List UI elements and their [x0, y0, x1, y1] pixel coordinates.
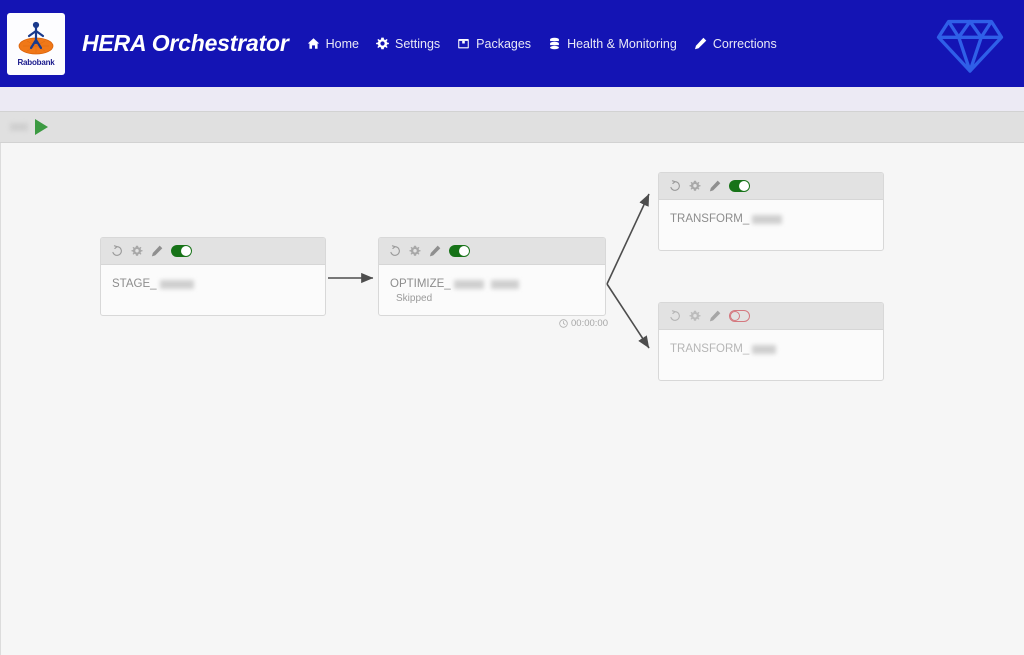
node-enabled-toggle[interactable] — [729, 310, 750, 322]
pencil-icon — [694, 37, 707, 50]
pencil-icon[interactable] — [429, 245, 441, 257]
node-enabled-toggle[interactable] — [729, 180, 750, 192]
history-icon[interactable] — [111, 245, 123, 257]
workflow-canvas[interactable]: STAGE_ OPTIMIZE_ — [0, 143, 1024, 655]
node-header — [101, 238, 325, 265]
node-header — [659, 303, 883, 330]
node-title: STAGE_ — [112, 278, 325, 290]
diamond-gem-icon — [934, 8, 1006, 80]
node-header — [379, 238, 605, 265]
node-title-text: TRANSFORM_ — [670, 343, 749, 355]
main-nav: Home Settings Packages — [307, 37, 777, 51]
node-enabled-toggle[interactable] — [171, 245, 192, 257]
nav-label-home: Home — [326, 37, 359, 51]
nav-label-settings: Settings — [395, 37, 440, 51]
brand-mark — [934, 8, 1006, 80]
node-body: TRANSFORM_ — [659, 330, 883, 355]
clock-icon — [559, 319, 568, 328]
node-title: TRANSFORM_ — [670, 343, 883, 355]
nav-item-home[interactable]: Home — [307, 37, 359, 51]
database-stack-icon — [548, 37, 561, 50]
node-title-redacted — [454, 280, 484, 289]
node-timer-text: 00:00:00 — [571, 318, 608, 329]
node-title-text: OPTIMIZE_ — [390, 278, 451, 290]
node-title-redacted-2 — [491, 280, 519, 289]
logo-wordmark: Rabobank — [17, 59, 54, 67]
node-title-redacted — [752, 345, 776, 354]
nav-label-packages: Packages — [476, 37, 531, 51]
node-title-redacted — [752, 215, 782, 224]
run-workflow-button[interactable] — [35, 119, 48, 135]
node-body: TRANSFORM_ — [659, 200, 883, 225]
workflow-node-transform-bottom[interactable]: TRANSFORM_ — [658, 302, 884, 381]
node-timer: 00:00:00 — [559, 318, 608, 329]
pencil-icon[interactable] — [151, 245, 163, 257]
node-title-text: STAGE_ — [112, 278, 157, 290]
nav-item-health-monitoring[interactable]: Health & Monitoring — [548, 37, 677, 51]
nav-label-health-monitoring: Health & Monitoring — [567, 37, 677, 51]
gear-icon[interactable] — [689, 180, 701, 192]
gear-icon[interactable] — [409, 245, 421, 257]
pencil-icon[interactable] — [709, 310, 721, 322]
toolbar-strip — [0, 87, 1024, 111]
rabobank-logo[interactable]: Rabobank — [7, 13, 65, 75]
nav-label-corrections: Corrections — [713, 37, 777, 51]
gear-icon[interactable] — [689, 310, 701, 322]
app-header: Rabobank HERA Orchestrator Home Settings… — [0, 0, 1024, 87]
gear-icon — [376, 37, 389, 50]
nav-item-packages[interactable]: Packages — [457, 37, 531, 51]
node-body: STAGE_ — [101, 265, 325, 290]
node-status: Skipped — [396, 293, 605, 304]
history-icon[interactable] — [669, 310, 681, 322]
node-title-redacted — [160, 280, 194, 289]
history-icon[interactable] — [669, 180, 681, 192]
gear-icon[interactable] — [131, 245, 143, 257]
home-icon — [307, 37, 320, 50]
node-title: TRANSFORM_ — [670, 213, 883, 225]
nav-item-corrections[interactable]: Corrections — [694, 37, 777, 51]
node-body: OPTIMIZE_ Skipped — [379, 265, 605, 304]
package-box-icon — [457, 37, 470, 50]
node-header — [659, 173, 883, 200]
history-icon[interactable] — [389, 245, 401, 257]
node-title-text: TRANSFORM_ — [670, 213, 749, 225]
node-enabled-toggle[interactable] — [449, 245, 470, 257]
nav-item-settings[interactable]: Settings — [376, 37, 440, 51]
node-title: OPTIMIZE_ — [390, 278, 605, 290]
rabobank-logo-icon — [15, 20, 57, 58]
workflow-node-stage[interactable]: STAGE_ — [100, 237, 326, 316]
page-title: HERA Orchestrator — [82, 30, 289, 57]
workflow-toolbar — [0, 111, 1024, 143]
workflow-name-redacted — [10, 123, 28, 131]
workflow-node-optimize[interactable]: OPTIMIZE_ Skipped — [378, 237, 606, 316]
workflow-node-transform-top[interactable]: TRANSFORM_ — [658, 172, 884, 251]
pencil-icon[interactable] — [709, 180, 721, 192]
